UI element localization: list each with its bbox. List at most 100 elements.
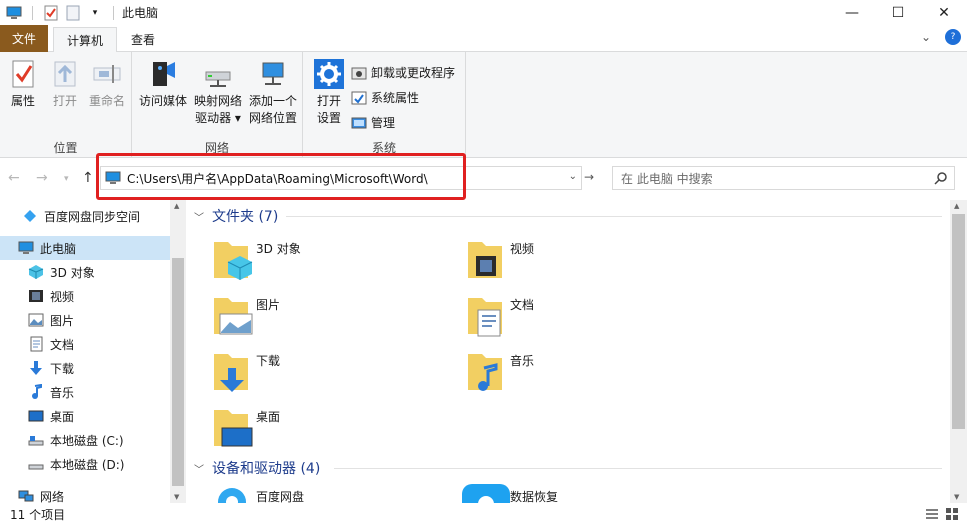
folder-label: 3D 对象 bbox=[256, 242, 301, 256]
device-data-recovery[interactable]: 数据恢复 bbox=[462, 484, 702, 503]
location-group-label: 位置 bbox=[53, 141, 78, 155]
sidebar-item-documents[interactable]: 文档 bbox=[0, 332, 170, 356]
ribbon-expand-icon[interactable]: ⌄ bbox=[921, 30, 931, 44]
content-scroll-thumb[interactable] bbox=[952, 214, 965, 429]
properties-icon[interactable] bbox=[43, 5, 59, 21]
sidebar-item-downloads[interactable]: 下载 bbox=[0, 356, 170, 380]
sidebar-item-music[interactable]: 音乐 bbox=[0, 380, 170, 404]
address-path[interactable]: C:\Users\用户名\AppData\Roaming\Microsoft\W… bbox=[127, 170, 428, 187]
folder-music[interactable]: 音乐 bbox=[462, 348, 702, 398]
collapse-chevron-icon[interactable]: ﹀ bbox=[194, 209, 204, 224]
downloads-folder-icon bbox=[214, 354, 248, 392]
sidebar-item-label: 本地磁盘 (C:) bbox=[50, 433, 124, 448]
map-drive-button[interactable]: 映射网络 驱动器 ▾ bbox=[192, 58, 244, 127]
media-icon bbox=[153, 62, 175, 86]
open-button[interactable]: 打开 bbox=[48, 58, 82, 110]
address-bar[interactable]: C:\Users\用户名\AppData\Roaming\Microsoft\W… bbox=[100, 166, 582, 190]
properties-button[interactable]: 属性 bbox=[6, 58, 40, 110]
scroll-up-icon[interactable]: ▲ bbox=[954, 202, 959, 210]
folder-videos[interactable]: 视频 bbox=[462, 236, 702, 286]
system-properties-label: 系统属性 bbox=[371, 91, 420, 105]
uninstall-program-button[interactable]: 卸载或更改程序 bbox=[351, 64, 455, 81]
scroll-up-icon[interactable]: ▲ bbox=[174, 202, 179, 210]
sidebar-item-videos[interactable]: 视频 bbox=[0, 284, 170, 308]
settings-gear-icon bbox=[314, 59, 344, 89]
close-button[interactable]: ✕ bbox=[921, 0, 967, 25]
sidebar-item-desktop[interactable]: 桌面 bbox=[0, 404, 170, 428]
search-icon[interactable] bbox=[934, 171, 948, 185]
add-network-location-button[interactable]: 添加一个 网络位置 bbox=[246, 58, 300, 127]
go-arrow-icon[interactable]: → bbox=[584, 170, 594, 184]
folder-pictures[interactable]: 图片 bbox=[208, 292, 448, 342]
sidebar-item-network[interactable]: 网络 bbox=[0, 484, 170, 503]
devices-section-header[interactable]: ﹀ 设备和驱动器 (4) bbox=[194, 458, 320, 478]
tab-view[interactable]: 查看 bbox=[119, 27, 167, 52]
customize-dropdown-icon[interactable]: ▾ bbox=[87, 5, 103, 21]
sidebar-item-label: 音乐 bbox=[50, 385, 75, 400]
tab-computer[interactable]: 计算机 bbox=[53, 27, 117, 53]
map-drive-label-1: 映射网络 bbox=[193, 94, 242, 108]
open-settings-button[interactable]: 打开 设置 bbox=[311, 58, 347, 127]
folder-desktop[interactable]: 桌面 bbox=[208, 404, 448, 454]
scroll-down-icon[interactable]: ▼ bbox=[174, 493, 179, 501]
forward-arrow-icon[interactable]: → bbox=[36, 170, 48, 186]
details-view-icon[interactable] bbox=[925, 507, 939, 521]
sidebar-item-this-pc[interactable]: 此电脑 bbox=[0, 236, 170, 260]
scroll-down-icon[interactable]: ▼ bbox=[954, 493, 959, 501]
search-box[interactable]: 在 此电脑 中搜索 bbox=[612, 166, 955, 190]
add-location-label-2: 网络位置 bbox=[248, 111, 297, 125]
manage-icon bbox=[351, 117, 367, 128]
drive-icon bbox=[28, 464, 44, 470]
new-folder-icon[interactable] bbox=[65, 5, 81, 21]
sidebar-item-3d-objects[interactable]: 3D 对象 bbox=[0, 260, 170, 284]
sidebar-item-baidu-sync[interactable]: 百度网盘同步空间 bbox=[0, 204, 170, 228]
folder-label: 下载 bbox=[256, 354, 281, 368]
access-media-label: 访问媒体 bbox=[138, 94, 187, 108]
maximize-button[interactable]: ☐ bbox=[875, 0, 921, 25]
sidebar-item-label: 图片 bbox=[50, 313, 75, 328]
sidebar-item-drive-c[interactable]: 本地磁盘 (C:) bbox=[0, 428, 170, 452]
folder-label: 文档 bbox=[510, 298, 535, 312]
map-drive-label-2-text: 驱动器 bbox=[195, 111, 232, 125]
manage-button[interactable]: 管理 bbox=[351, 114, 395, 131]
tab-file[interactable]: 文件 bbox=[0, 25, 48, 52]
recent-locations-icon[interactable]: ▾ bbox=[64, 174, 69, 184]
separator bbox=[113, 5, 114, 20]
properties-label: 属性 bbox=[10, 94, 35, 108]
downloads-icon bbox=[30, 361, 42, 375]
system-group-label: 系统 bbox=[371, 141, 396, 155]
address-dropdown-icon[interactable]: ⌄ bbox=[569, 171, 577, 182]
collapse-chevron-icon[interactable]: ﹀ bbox=[194, 461, 204, 476]
device-label: 数据恢复 bbox=[510, 490, 559, 503]
music-folder-icon bbox=[468, 354, 502, 391]
up-arrow-icon[interactable]: ↑ bbox=[82, 170, 94, 186]
computer-icon bbox=[6, 5, 22, 21]
back-arrow-icon[interactable]: ← bbox=[8, 170, 20, 186]
sidebar-item-drive-d[interactable]: 本地磁盘 (D:) bbox=[0, 452, 170, 476]
3d-objects-icon bbox=[28, 265, 44, 279]
folder-3d-objects[interactable]: 3D 对象 bbox=[208, 236, 448, 286]
data-recovery-icon bbox=[462, 484, 510, 503]
large-icons-view-icon[interactable] bbox=[945, 507, 959, 521]
devices-header-label: 设备和驱动器 (4) bbox=[212, 461, 321, 477]
sidebar-scroll-thumb[interactable] bbox=[172, 258, 184, 486]
sidebar-item-label: 视频 bbox=[50, 289, 75, 304]
music-icon bbox=[32, 384, 42, 399]
folders-section-header[interactable]: ﹀ 文件夹 (7) bbox=[194, 206, 278, 226]
minimize-button[interactable]: — bbox=[829, 0, 875, 25]
status-bar: 11 个项目 bbox=[0, 503, 967, 525]
this-pc-icon bbox=[105, 171, 121, 184]
device-baidu-netdisk[interactable]: 百度网盘 bbox=[208, 484, 448, 503]
sidebar-item-pictures[interactable]: 图片 bbox=[0, 308, 170, 332]
access-media-button[interactable]: 访问媒体 bbox=[138, 58, 188, 110]
folder-documents[interactable]: 文档 bbox=[462, 292, 702, 342]
help-icon[interactable]: ? bbox=[945, 29, 961, 45]
open-settings-label-1: 打开 bbox=[316, 94, 341, 108]
system-properties-button[interactable]: 系统属性 bbox=[351, 89, 419, 106]
rename-button[interactable]: 重命名 bbox=[86, 58, 128, 110]
folder-label: 桌面 bbox=[256, 410, 281, 424]
section-divider bbox=[286, 216, 942, 217]
search-placeholder: 在 此电脑 中搜索 bbox=[621, 171, 713, 186]
folder-downloads[interactable]: 下载 bbox=[208, 348, 448, 398]
window-controls: — ☐ ✕ bbox=[829, 0, 967, 25]
